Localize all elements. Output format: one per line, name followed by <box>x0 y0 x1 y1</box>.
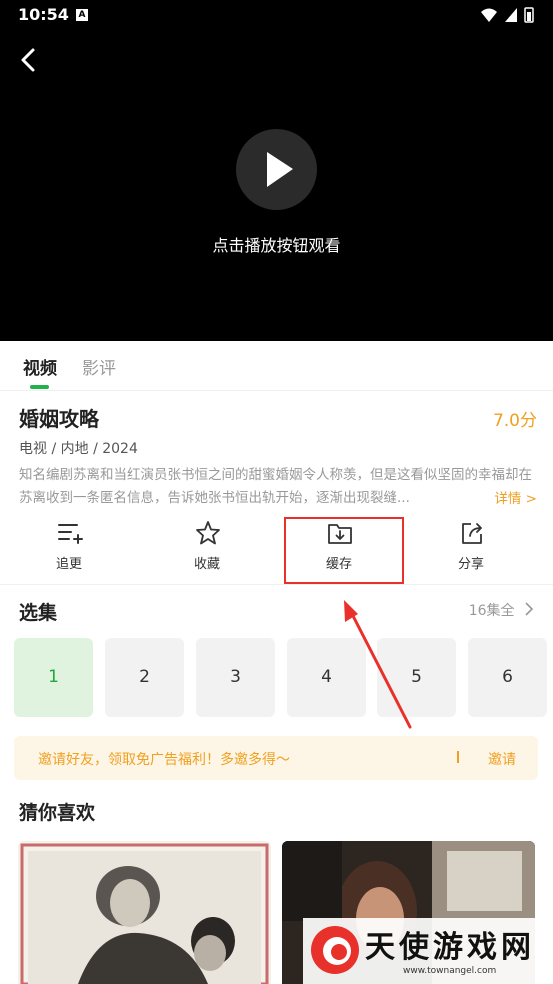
action-bar: 追更 收藏 缓存 分享 <box>0 515 553 585</box>
episode-item[interactable]: 2 <box>105 638 184 717</box>
episodes-title: 选集 <box>19 602 58 624</box>
site-watermark: 天使游戏网 www.townangel.com <box>303 918 553 984</box>
episode-item[interactable]: 4 <box>287 638 366 717</box>
status-time: 10:54 <box>18 5 69 24</box>
episode-item[interactable]: 1 <box>14 638 93 717</box>
episodes-count: 16集全 <box>468 603 515 619</box>
episode-item[interactable]: 3 <box>196 638 275 717</box>
watermark-logo-icon <box>311 926 359 974</box>
invite-button[interactable]: 邀请 <box>488 749 516 769</box>
recommend-poster[interactable] <box>18 841 271 984</box>
episode-item[interactable]: 6 <box>468 638 547 717</box>
cache-highlight-box <box>284 517 404 584</box>
back-arrow-icon[interactable] <box>16 44 44 76</box>
star-icon <box>196 521 220 545</box>
show-score: 7.0分 <box>492 411 537 431</box>
status-bar: 10:54 A <box>0 0 553 30</box>
share-label: 分享 <box>457 557 484 572</box>
player-hint: 点击播放按钮观看 <box>212 236 341 255</box>
share-icon <box>462 523 482 544</box>
system-status-icon <box>481 7 534 23</box>
invite-divider <box>457 748 459 766</box>
follow-button[interactable]: 追更 <box>19 515 119 583</box>
favorite-label: 收藏 <box>193 557 220 572</box>
watermark-url: www.townangel.com <box>403 966 497 976</box>
tab-review[interactable]: 影评 <box>82 354 116 379</box>
show-meta: 电视 / 内地 / 2024 <box>19 441 138 457</box>
add-list-icon <box>58 524 83 544</box>
follow-label: 追更 <box>55 557 82 572</box>
tab-video[interactable]: 视频 <box>23 354 57 379</box>
recommend-title: 猜你喜欢 <box>19 802 96 824</box>
play-button-icon[interactable] <box>236 129 317 210</box>
watermark-name: 天使游戏网 <box>365 930 535 965</box>
share-button[interactable]: 分享 <box>421 515 521 583</box>
show-title: 婚姻攻略 <box>19 407 99 431</box>
video-player[interactable]: 10:54 A 点击播放按钮观看 <box>0 0 553 341</box>
tab-indicator <box>30 385 49 389</box>
chevron-right-icon <box>525 602 534 616</box>
details-link[interactable]: 详情 > <box>490 487 537 507</box>
invite-banner[interactable]: 邀请好友，领取免广告福利！多邀多得～ 邀请 <box>14 736 538 780</box>
invite-text: 邀请好友，领取免广告福利！多邀多得～ <box>38 752 290 768</box>
episode-item[interactable]: 5 <box>377 638 456 717</box>
show-description: 知名编剧苏离和当红演员张书恒之间的甜蜜婚姻令人称羡，但是这看似坚固的幸福却在苏离… <box>19 467 532 506</box>
notification-a-icon: A <box>76 9 88 21</box>
favorite-button[interactable]: 收藏 <box>157 515 257 583</box>
poster-image <box>20 843 269 984</box>
content-tabs: 视频 影评 <box>0 341 553 391</box>
episodes-all-link[interactable]: 16集全 <box>469 600 535 620</box>
